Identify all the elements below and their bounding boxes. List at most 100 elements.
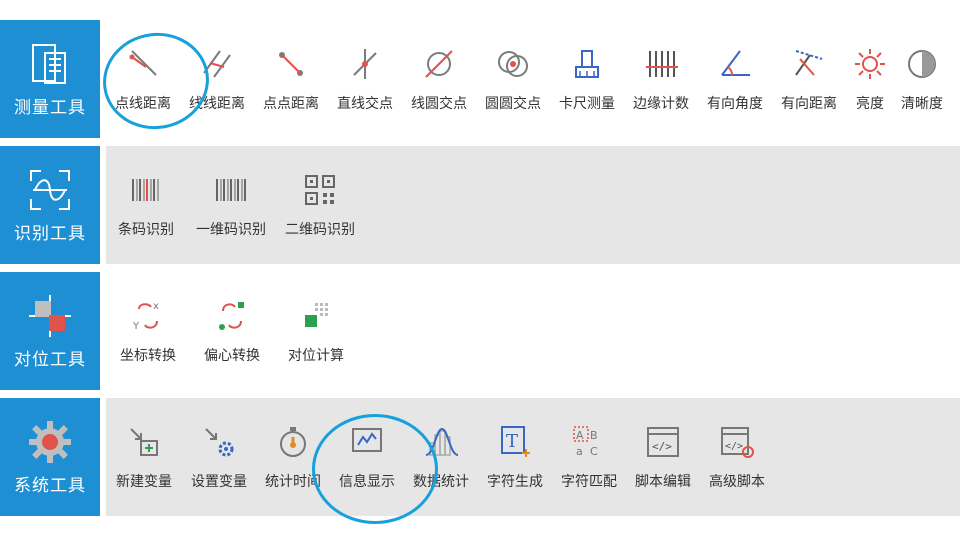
advanced-script-code-icon: </> xyxy=(721,427,754,458)
set-variable-gear-icon xyxy=(205,428,234,457)
script-edit-code-icon: </> xyxy=(647,427,679,457)
directed-angle-icon xyxy=(721,50,750,76)
tool-label: 线圆交点 xyxy=(411,96,467,112)
tool-line-line-distance[interactable]: 线线距离 xyxy=(180,45,254,113)
barcode-icon xyxy=(132,179,159,201)
tool-data-statistics[interactable]: 数据统计 xyxy=(404,423,478,491)
svg-text:Y: Y xyxy=(132,321,140,332)
category-label: 测量工具 xyxy=(14,97,86,118)
tool-barcode-recognition[interactable]: 条码识别 xyxy=(106,171,186,239)
tool-label: 新建变量 xyxy=(116,474,172,490)
tool-label: 统计时间 xyxy=(265,474,321,490)
tool-eccentric-transform[interactable]: 偏心转换 xyxy=(190,297,274,365)
alignment-calculation-icon xyxy=(305,303,328,327)
tool-label: 脚本编辑 xyxy=(635,474,691,490)
category-label: 系统工具 xyxy=(14,475,86,496)
alignment-target-icon xyxy=(29,294,71,337)
tool-label: 条码识别 xyxy=(118,222,174,238)
edge-count-icon xyxy=(646,51,678,77)
svg-text:A: A xyxy=(576,429,584,442)
tool-label: 高级脚本 xyxy=(709,474,765,490)
tool-brightness[interactable]: 亮度 xyxy=(846,45,894,113)
recognition-tools-row: 识别工具 条码识别 一维码识别 二维码识别 xyxy=(0,146,960,264)
directed-distance-icon xyxy=(795,50,823,76)
point-point-distance-icon xyxy=(279,52,303,76)
measure-tools-row: 测量工具 点线距离 线线距离 点点距离 直线交点 线圆交点 圆圆交点 卡尺测量 … xyxy=(0,20,960,138)
point-line-distance-icon xyxy=(129,50,157,76)
tool-line-circle-intersection[interactable]: 线圆交点 xyxy=(402,45,476,113)
stopwatch-icon xyxy=(280,427,306,457)
tool-label: 圆圆交点 xyxy=(485,96,541,112)
tool-label: 设置变量 xyxy=(191,474,247,490)
tool-advanced-script[interactable]: </> 高级脚本 xyxy=(700,423,774,491)
new-variable-icon xyxy=(130,428,158,456)
category-measure-tools[interactable]: 测量工具 xyxy=(0,20,100,138)
character-generation-icon: T xyxy=(501,426,530,457)
tool-label: 边缘计数 xyxy=(633,96,689,112)
tool-character-match[interactable]: ABaC 字符匹配 xyxy=(552,423,626,491)
tool-label: 亮度 xyxy=(856,96,884,112)
tool-label: 坐标转换 xyxy=(120,348,176,364)
svg-text:x: x xyxy=(153,301,159,312)
brightness-sun-icon xyxy=(855,49,885,79)
tool-line-intersection[interactable]: 直线交点 xyxy=(328,45,402,113)
tool-label: 有向角度 xyxy=(707,96,763,112)
tool-label: 线线距离 xyxy=(189,96,245,112)
eccentric-transform-icon xyxy=(219,302,244,330)
category-label: 识别工具 xyxy=(14,223,86,244)
tool-sharpness[interactable]: 清晰度 xyxy=(894,45,950,113)
category-alignment-tools[interactable]: 对位工具 xyxy=(0,272,100,390)
tool-label: 字符匹配 xyxy=(561,474,617,490)
svg-text:a: a xyxy=(576,445,583,458)
tool-character-generation[interactable]: T 字符生成 xyxy=(478,423,552,491)
tool-point-line-distance[interactable]: 点线距离 xyxy=(106,45,180,113)
tool-set-variable[interactable]: 设置变量 xyxy=(182,423,256,491)
tool-label: 对位计算 xyxy=(288,348,344,364)
circle-circle-intersection-icon xyxy=(498,51,528,77)
svg-text:B: B xyxy=(590,429,598,442)
tool-point-point-distance[interactable]: 点点距离 xyxy=(254,45,328,113)
tool-label: 点点距离 xyxy=(263,96,319,112)
tool-label: 卡尺测量 xyxy=(559,96,615,112)
category-label: 对位工具 xyxy=(14,349,86,370)
tool-label: 直线交点 xyxy=(337,96,393,112)
tool-caliper-measure[interactable]: 卡尺测量 xyxy=(550,45,624,113)
scan-frame-icon xyxy=(30,169,70,210)
tool-label: 字符生成 xyxy=(487,474,543,490)
tool-statistics-time[interactable]: 统计时间 xyxy=(256,423,330,491)
tool-info-display[interactable]: 信息显示 xyxy=(330,423,404,491)
category-recognition-tools[interactable]: 识别工具 xyxy=(0,146,100,264)
tool-new-variable[interactable]: 新建变量 xyxy=(106,423,182,491)
data-statistics-histogram-icon xyxy=(425,427,459,456)
coordinate-transform-icon: xY xyxy=(132,301,159,332)
tool-1d-code-recognition[interactable]: 一维码识别 xyxy=(186,171,276,239)
tool-label: 偏心转换 xyxy=(204,348,260,364)
tool-circle-circle-intersection[interactable]: 圆圆交点 xyxy=(476,45,550,113)
tool-qr-code-recognition[interactable]: 二维码识别 xyxy=(276,171,364,239)
qr-code-icon xyxy=(305,175,335,205)
tool-edge-count[interactable]: 边缘计数 xyxy=(624,45,698,113)
tool-label: 信息显示 xyxy=(339,474,395,490)
tool-directed-distance[interactable]: 有向距离 xyxy=(772,45,846,113)
gear-icon xyxy=(29,420,71,463)
tool-directed-angle[interactable]: 有向角度 xyxy=(698,45,772,113)
line-circle-intersection-icon xyxy=(425,50,453,78)
svg-text:C: C xyxy=(590,445,598,458)
svg-text:</>: </> xyxy=(725,441,743,452)
tool-label: 有向距离 xyxy=(781,96,837,112)
tool-script-edit[interactable]: </> 脚本编辑 xyxy=(626,423,700,491)
tool-label: 二维码识别 xyxy=(285,222,355,238)
tool-coordinate-transform[interactable]: xY 坐标转换 xyxy=(106,297,190,365)
svg-text:</>: </> xyxy=(652,440,672,453)
1d-barcode-icon xyxy=(216,179,246,201)
tool-alignment-calculation[interactable]: 对位计算 xyxy=(274,297,358,365)
category-system-tools[interactable]: 系统工具 xyxy=(0,398,100,516)
line-line-distance-icon xyxy=(203,50,231,78)
character-match-abc-icon: A Ba C xyxy=(573,426,598,458)
caliper-icon xyxy=(575,50,599,78)
sharpness-contrast-icon xyxy=(908,50,936,78)
svg-text:T: T xyxy=(506,431,518,452)
tool-label: 点线距离 xyxy=(115,96,171,112)
system-tools-row: 系统工具 新建变量 设置变量 统计时间 信息显示 数据统计 T 字符生成 ABa… xyxy=(0,398,960,516)
tool-label: 清晰度 xyxy=(901,96,943,112)
